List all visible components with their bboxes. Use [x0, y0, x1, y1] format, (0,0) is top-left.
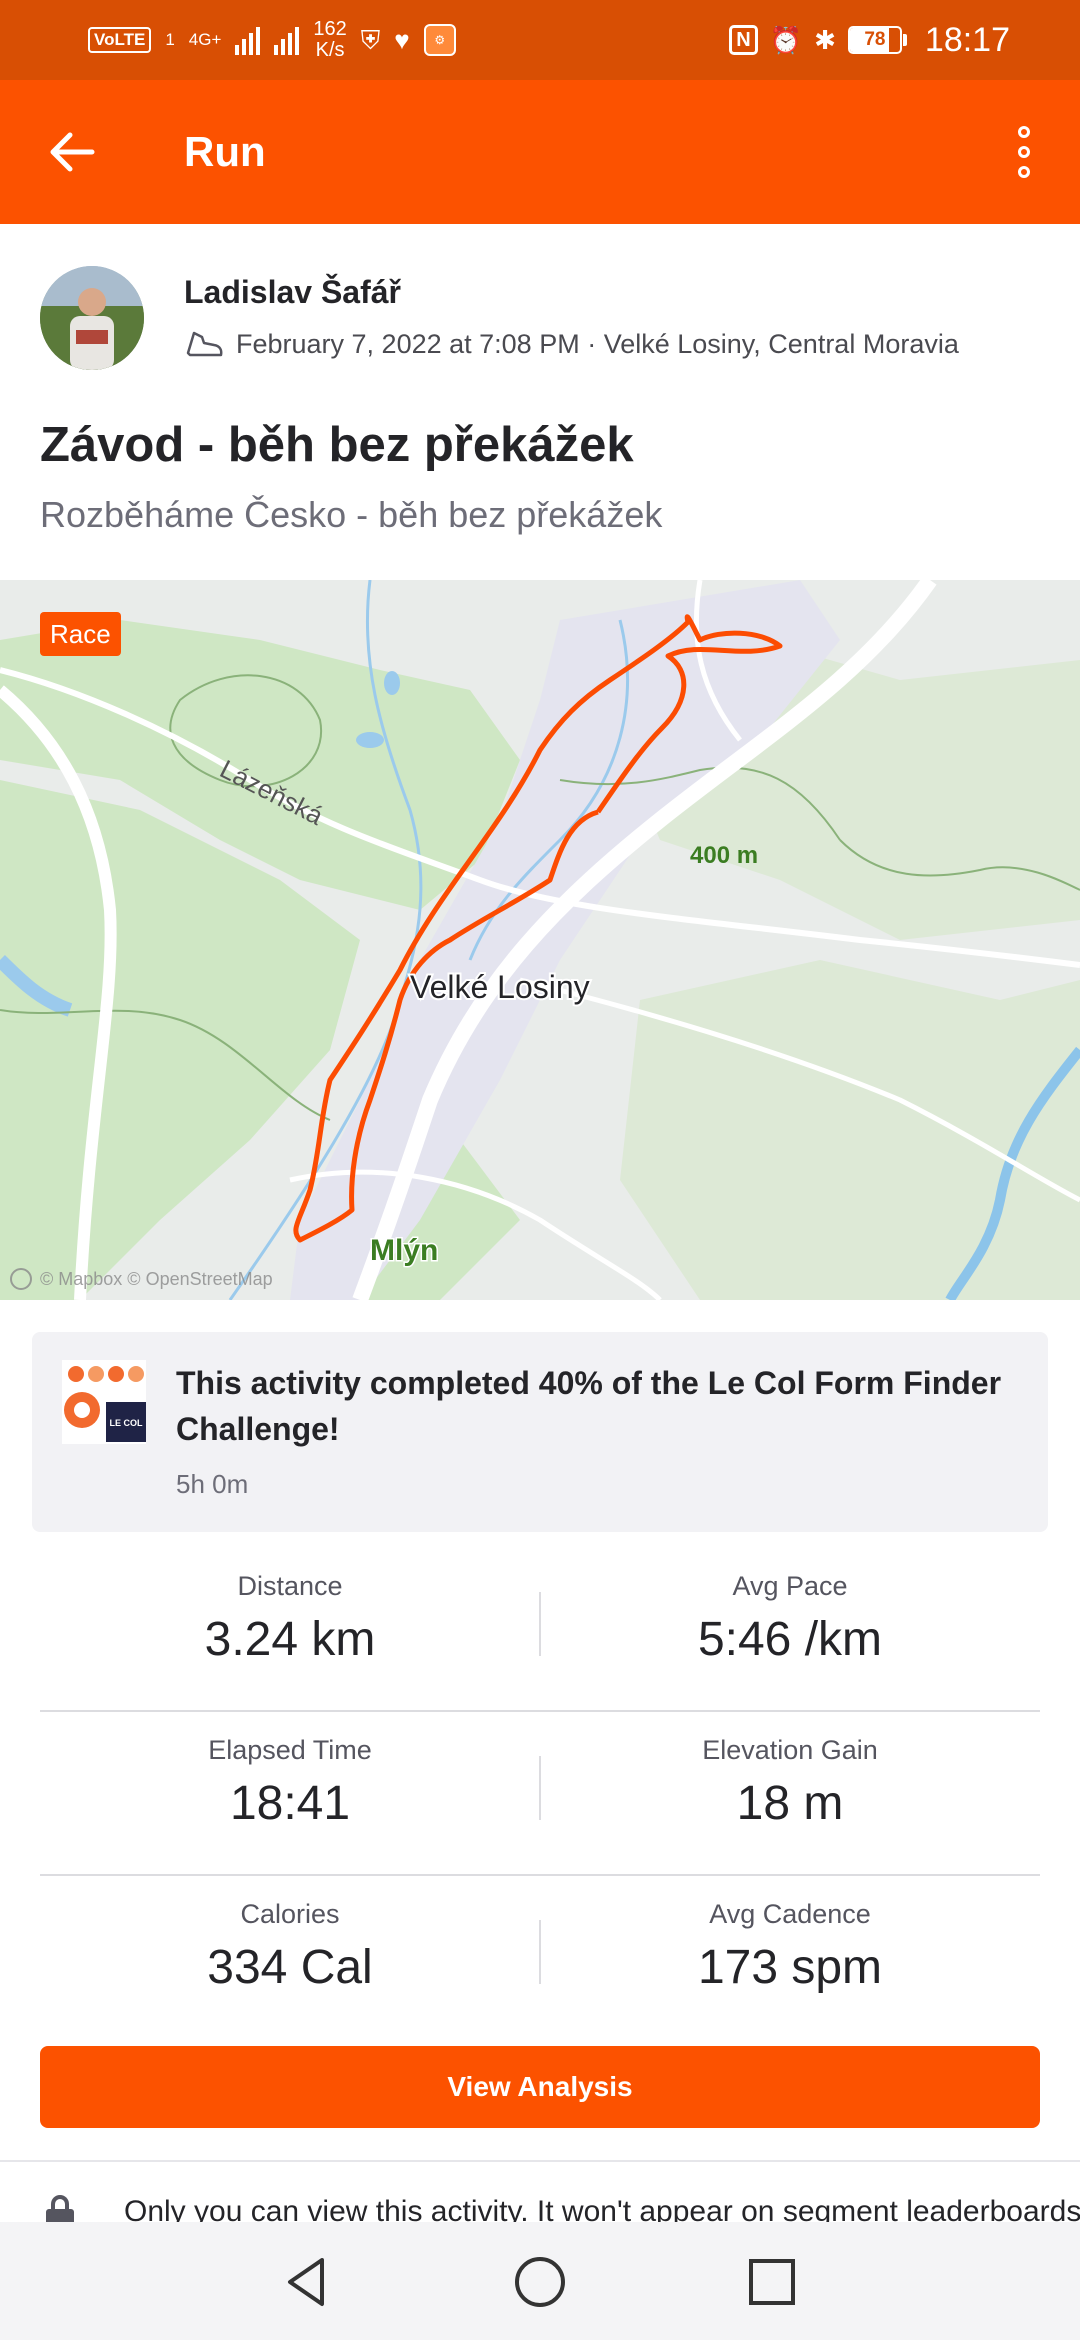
stat-label: Elevation Gain: [702, 1735, 878, 1765]
view-analysis-button[interactable]: View Analysis: [40, 2046, 1040, 2128]
square-recents-icon: [749, 2259, 795, 2305]
stat-value: 173 spm: [697, 1941, 883, 1994]
system-nav-bar: [0, 2222, 1080, 2340]
circle-home-icon: [515, 2257, 565, 2307]
map-canvas: Lázeňská 400 m Velké Losiny Mlýn: [0, 580, 1080, 1300]
heart-icon: ♥: [394, 25, 410, 55]
app-bar: Run: [0, 80, 1080, 224]
status-bar: VoLTE 1 4G+ 162 K/s ⛨ ♥ ⚙ N ⏰ ✱ 78 18:17: [0, 0, 1080, 80]
challenge-logo-text: LE COL: [110, 1418, 144, 1428]
athlete-name[interactable]: Ladislav Šafář: [184, 270, 401, 314]
page-title: Run: [184, 128, 266, 175]
stat-value: 3.24 km: [204, 1613, 376, 1666]
status-left-group: VoLTE 1 4G+ 162 K/s ⛨ ♥ ⚙: [88, 14, 456, 66]
challenge-card[interactable]: LE COL This activity completed 40% of th…: [32, 1332, 1048, 1532]
mapbox-logo-icon: [10, 1268, 32, 1290]
status-right-group: N ⏰ ✱ 78 18:17: [729, 14, 1010, 66]
shoe-icon: [186, 331, 223, 357]
stat-calories: Calories 334 Cal: [40, 1876, 540, 2000]
activity-date-location: February 7, 2022 at 7:08 PM · Velké Losi…: [236, 329, 959, 359]
town-label: Velké Losiny: [410, 969, 590, 1005]
alarm-icon: ⏰: [769, 25, 803, 55]
stat-avg-cadence: Avg Cadence 173 spm: [540, 1876, 1040, 2000]
race-badge: Race: [40, 612, 121, 656]
stat-label: Distance: [237, 1571, 343, 1601]
stat-value: 18:41: [229, 1777, 351, 1830]
signal-strength-icon: [235, 25, 261, 55]
triangle-back-icon: [288, 2258, 324, 2306]
more-options-button[interactable]: [1004, 120, 1044, 184]
stats-row: Distance 3.24 km Avg Pace 5:46 /km: [40, 1548, 1040, 1712]
map-attribution-text: © Mapbox © OpenStreetMap: [40, 1268, 273, 1289]
locality-label: Mlýn: [370, 1234, 438, 1267]
stat-label: Avg Cadence: [709, 1899, 871, 1929]
route-map[interactable]: Lázeňská 400 m Velké Losiny Mlýn: [0, 580, 1080, 1300]
app-notification-icon: ⚙: [423, 24, 456, 56]
bluetooth-icon: ✱: [814, 25, 836, 55]
challenge-time: 5h 0m: [176, 1469, 249, 1499]
network-speed-value: 162: [313, 18, 347, 40]
challenge-text: This activity completed 40% of the Le Co…: [176, 1365, 1002, 1447]
stat-label: Avg Pace: [732, 1571, 848, 1601]
battery-level: 78: [864, 29, 886, 50]
activity-title: Závod - běh bez překážek: [40, 418, 634, 472]
contour-label: 400 m: [690, 842, 758, 869]
stat-label: Elapsed Time: [208, 1735, 372, 1765]
activity-description: Rozběháme Česko - běh bez překážek: [40, 494, 663, 535]
activity-meta: February 7, 2022 at 7:08 PM · Velké Losi…: [184, 322, 959, 366]
stat-label: Calories: [240, 1899, 340, 1929]
nav-home-button[interactable]: [510, 2252, 570, 2312]
athlete-photo: [40, 266, 144, 370]
battery-icon: 78: [847, 26, 907, 54]
stat-distance: Distance 3.24 km: [40, 1548, 540, 1672]
shield-icon: ⛨: [360, 25, 381, 55]
nav-back-button[interactable]: [278, 2252, 338, 2312]
arrow-left-icon: [50, 132, 95, 172]
challenge-logo-icon: LE COL: [62, 1360, 146, 1444]
stat-avg-pace: Avg Pace 5:46 /km: [540, 1548, 1040, 1672]
network-speed: 162 K/s: [313, 19, 346, 61]
divider: [0, 2160, 1080, 2162]
avatar[interactable]: [40, 266, 144, 370]
status-time: 18:17: [924, 20, 1010, 59]
map-attribution[interactable]: © Mapbox © OpenStreetMap: [10, 1268, 273, 1290]
back-button[interactable]: [44, 124, 100, 180]
more-vert-icon: [1018, 126, 1030, 138]
stat-elapsed-time: Elapsed Time 18:41: [40, 1712, 540, 1836]
nfc-icon: N: [729, 25, 758, 55]
volte-badge: VoLTE: [88, 27, 152, 53]
network-speed-unit: K/s: [315, 39, 345, 61]
stats-row: Elapsed Time 18:41 Elevation Gain 18 m: [40, 1712, 1040, 1876]
stat-elevation-gain: Elevation Gain 18 m: [540, 1712, 1040, 1836]
signal-strength-2-icon: [274, 25, 300, 55]
stats-grid: Distance 3.24 km Avg Pace 5:46 /km Elaps…: [40, 1548, 1040, 2040]
stat-value: 334 Cal: [207, 1941, 373, 1994]
stat-value: 18 m: [736, 1777, 844, 1830]
stat-value: 5:46 /km: [697, 1613, 883, 1666]
sim-indicator: 1: [165, 30, 175, 49]
stats-row: Calories 334 Cal Avg Cadence 173 spm: [40, 1876, 1040, 2040]
network-type: 4G+: [188, 30, 222, 49]
nav-recents-button[interactable]: [742, 2252, 802, 2312]
